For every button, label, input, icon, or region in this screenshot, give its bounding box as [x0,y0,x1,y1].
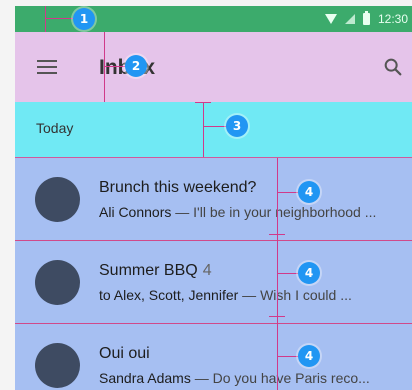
list-item[interactable]: Summer BBQ 4 to Alex, Scott, Jennifer — W… [15,241,412,324]
signal-icon [344,14,355,24]
section-label: Today [36,120,74,136]
battery-icon [362,11,370,25]
guide-line [195,102,211,103]
guide-line [203,102,204,157]
annotation-badge-1: 1 [73,8,95,30]
status-time: 12:30 [377,12,408,26]
annotation-badge-4: 4 [298,262,320,284]
guide-line [269,316,285,317]
annotation-badge-3: 3 [226,115,248,137]
guide-line [45,6,46,32]
guide-line [269,234,285,235]
app-screen: 12:30 Inbox Today Brunch this weekend? A… [15,6,412,390]
message-preview: to Alex, Scott, Jennifer — Wish I could … [99,287,352,303]
wifi-icon [324,14,337,24]
message-preview: Sandra Adams — Do you have Paris reco... [99,370,370,386]
annotation-badge-2: 2 [125,55,147,77]
message-count: 4 [202,262,212,279]
annotation-badge-4: 4 [298,181,320,203]
status-icons: 12:30 [324,9,408,29]
list-item[interactable]: Oui oui Sandra Adams — Do you have Paris… [15,324,412,390]
message-title: Oui oui [99,345,150,362]
message-title: Summer BBQ 4 [99,262,212,279]
message-sender: Sandra Adams [99,370,191,386]
annotation-badge-4: 4 [298,345,320,367]
message-title: Brunch this weekend? [99,179,257,196]
message-preview: Ali Connors — I'll be in your neighborho… [99,204,377,220]
app-toolbar: Inbox [15,32,412,102]
avatar [35,343,80,388]
list-item[interactable]: Brunch this weekend? Ali Connors — I'll … [15,158,412,241]
avatar [35,177,80,222]
guide-line [104,32,105,102]
search-icon[interactable] [382,56,404,78]
menu-icon[interactable] [37,60,59,76]
message-sender: Ali Connors [99,204,172,220]
message-sender: to Alex, Scott, Jennifer [99,287,239,303]
section-header: Today [15,102,412,158]
avatar [35,260,80,305]
